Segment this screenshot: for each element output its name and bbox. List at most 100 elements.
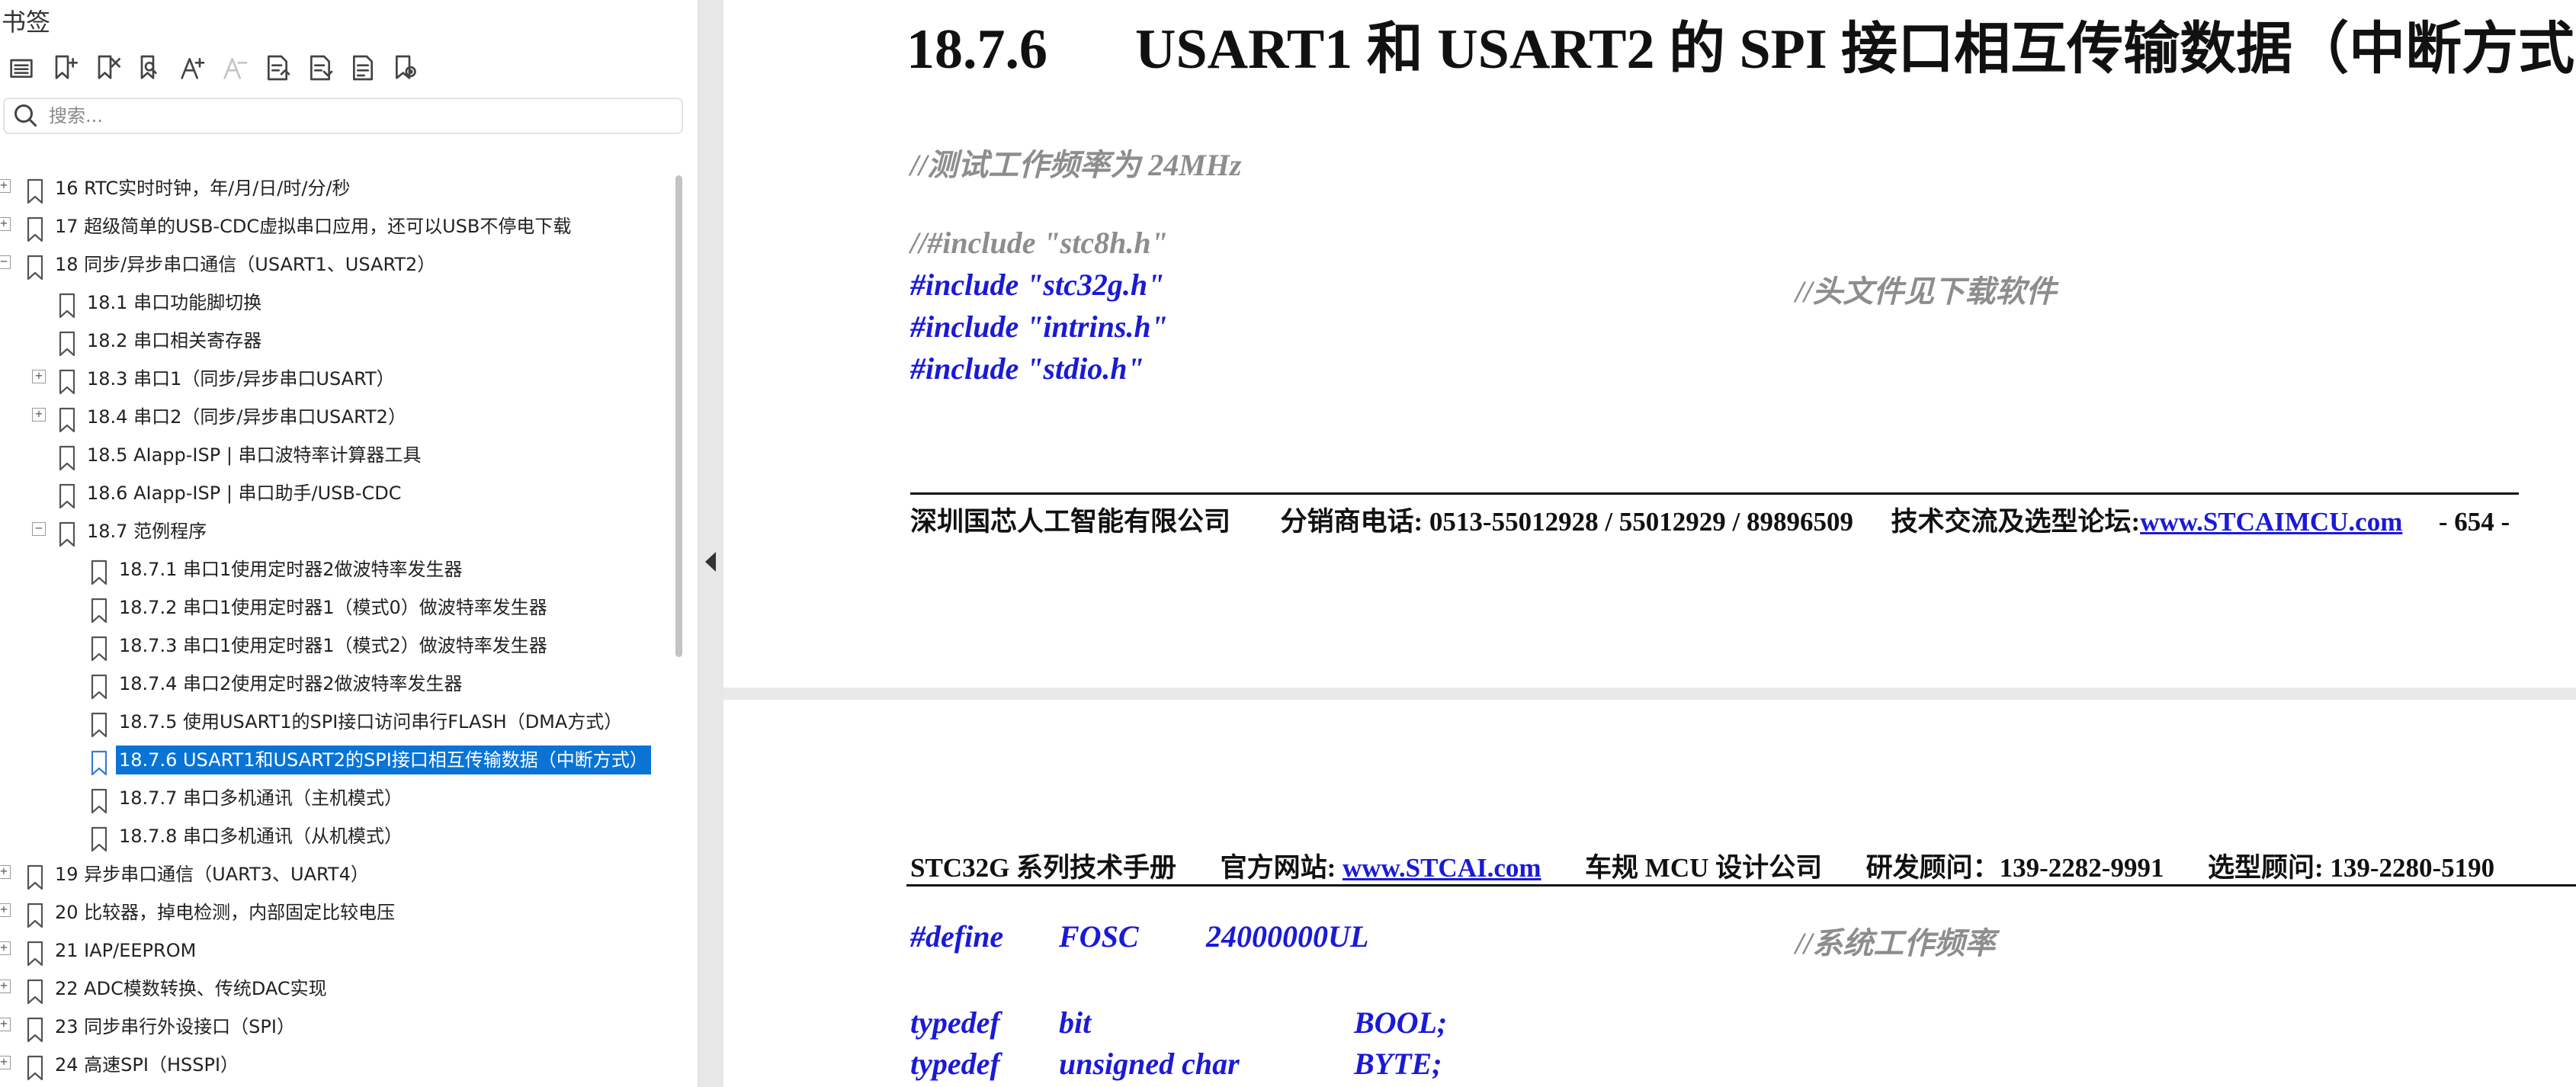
bookmark-item[interactable]: 18.1 串口功能脚切换 (0, 284, 671, 322)
footer-rule (910, 492, 2519, 495)
bookmark-properties-icon (353, 55, 373, 81)
bookmark-icon (26, 216, 44, 242)
bookmark-item[interactable]: − 18.7 范例程序 (0, 512, 671, 550)
bookmark-toolbar (0, 47, 427, 88)
collapse-toggle[interactable]: − (32, 522, 46, 536)
code-typedef-name: BOOL; (1354, 1005, 1448, 1040)
header-company: 车规 MCU 设计公司 (1585, 853, 1823, 883)
bookmark-item[interactable]: +18.4 串口2（同步/异步串口USART2） (0, 398, 671, 436)
code-typedef-name: BYTE; (1354, 1047, 1442, 1081)
panel-splitter[interactable] (698, 0, 723, 1087)
add-bookmark-button[interactable] (43, 47, 85, 88)
bookmark-item[interactable]: − 18 同步/异步串口通信（USART1、USART2） (0, 245, 671, 284)
bookmark-label: 22 ADC模数转换、传统DAC实现 (55, 978, 327, 999)
bookmark-settings-button[interactable] (384, 47, 427, 88)
bookmark-icon (58, 293, 76, 319)
bookmark-icon (58, 483, 76, 509)
outline-down-button[interactable] (299, 47, 342, 88)
footer-company: 深圳国芯人工智能有限公司 (910, 507, 1231, 537)
heading-number: 18.7.6 (906, 18, 1047, 81)
bookmark-item[interactable]: +20 比较器，掉电检测，内部固定比较电压 (0, 893, 671, 931)
search-input[interactable] (47, 104, 660, 127)
bookmark-icon (26, 1017, 44, 1043)
bookmark-item[interactable]: 18.5 AIapp-ISP | 串口波特率计算器工具 (0, 436, 671, 474)
expand-toggle[interactable]: + (0, 941, 11, 955)
code-define-keyword: #define (910, 919, 1004, 954)
header-site-link[interactable]: www.STCAI.com (1343, 853, 1541, 883)
outline-down-icon (310, 55, 333, 81)
bookmark-item[interactable]: +18.3 串口1（同步/异步串口USART） (0, 360, 671, 398)
bookmark-item[interactable]: +16 RTC实时时钟，年/月/日/时/分/秒 (0, 169, 671, 207)
bookmark-item[interactable]: +19 异步串口通信（UART3、UART4） (0, 855, 671, 893)
bookmark-item[interactable]: 18.7.3 串口1使用定时器1（模式2）做波特率发生器 (0, 627, 671, 665)
page-number: - 654 - (2438, 507, 2510, 537)
bookmark-icon (90, 560, 108, 585)
bookmark-properties-button[interactable] (342, 47, 384, 88)
header-rd: 研发顾问：139-2282-9991 (1865, 853, 2164, 883)
find-bookmark-button[interactable] (128, 47, 171, 88)
bookmark-item[interactable]: 18.7.4 串口2使用定时器2做波特率发生器 (0, 665, 671, 703)
code-typedef-keyword: typedef (910, 1047, 1000, 1081)
expand-toggle[interactable]: + (0, 179, 11, 193)
delete-bookmark-icon (98, 55, 121, 79)
footer-forum: 技术交流及选型论坛: (1891, 507, 2141, 537)
code-define-value: 24000000UL (1206, 919, 1369, 954)
code-typedef-type: unsigned char (1059, 1047, 1240, 1081)
footer-phone: 分销商电话: 0513-55012928 / 55012929 / 898965… (1280, 507, 1854, 537)
expand-toggle[interactable]: + (32, 408, 46, 422)
expand-toggle[interactable]: + (32, 370, 46, 383)
bookmark-item[interactable]: 18.6 AIapp-ISP | 串口助手/USB-CDC (0, 474, 671, 512)
bookmark-icon (58, 369, 76, 395)
expand-toggle[interactable]: + (0, 217, 11, 231)
bookmark-item[interactable]: 18.7.2 串口1使用定时器1（模式0）做波特率发生器 (0, 588, 671, 627)
bookmark-item[interactable]: +24 高速SPI（HSSPI） (0, 1046, 671, 1084)
document-view: 18.7.6 USART1 和 USART2 的 SPI 接口相互传输数据（中断方… (723, 0, 2576, 1087)
code-line: #include "stdio.h" (910, 351, 1144, 386)
decrease-font-button[interactable] (213, 47, 256, 88)
bookmark-item[interactable]: 18.7.6 USART1和USART2的SPI接口相互传输数据（中断方式） (0, 741, 671, 779)
expand-toggle[interactable]: + (0, 1056, 11, 1069)
increase-font-button[interactable] (171, 47, 213, 88)
bookmark-label: 18.7.5 使用USART1的SPI接口访问串行FLASH（DMA方式） (119, 711, 623, 733)
bookmark-icon (90, 826, 108, 852)
expand-all-button[interactable] (0, 47, 43, 88)
bookmark-item[interactable]: 18.7.5 使用USART1的SPI接口访问串行FLASH（DMA方式） (0, 703, 671, 741)
bookmark-icon (26, 255, 44, 281)
outline-up-button[interactable] (256, 47, 299, 88)
header-manual: STC32G 系列技术手册 (910, 853, 1177, 883)
bookmark-item[interactable]: 18.7.8 串口多机通讯（从机模式） (0, 817, 671, 855)
bookmark-item[interactable]: 18.2 串口相关寄存器 (0, 322, 671, 360)
bookmark-icon (58, 521, 76, 547)
collapse-toggle[interactable]: − (0, 255, 11, 269)
bookmark-label: 18.7.4 串口2使用定时器2做波特率发生器 (119, 673, 463, 694)
footer-link[interactable]: www.STCAIMCU.com (2140, 507, 2402, 537)
expand-all-icon (10, 59, 33, 79)
heading-text: USART1 和 USART2 的 SPI 接口相互传输数据（中断方式） (1135, 18, 2576, 81)
page-separator (723, 688, 2576, 700)
code-comment: //系统工作频率 (1795, 926, 1996, 960)
bookmark-item[interactable]: +17 超级简单的USB-CDC虚拟串口应用，还可以USB不停电下载 (0, 207, 671, 245)
bookmark-label: 18.6 AIapp-ISP | 串口助手/USB-CDC (87, 483, 402, 504)
bookmark-icon (26, 178, 44, 204)
bookmark-item[interactable]: 18.7.1 串口1使用定时器2做波特率发生器 (0, 550, 671, 588)
add-bookmark-icon (55, 55, 78, 79)
increase-font-icon (181, 58, 205, 79)
bookmark-label: 18.1 串口功能脚切换 (87, 292, 262, 313)
bookmark-item[interactable]: 18.7.7 串口多机通讯（主机模式） (0, 779, 671, 817)
expand-toggle[interactable]: + (0, 1018, 11, 1031)
bookmark-settings-icon (396, 55, 416, 79)
sidebar-scrollbar[interactable] (675, 175, 682, 657)
expand-toggle[interactable]: + (0, 980, 11, 993)
bookmark-label: 18.7.8 串口多机通讯（从机模式） (119, 826, 403, 847)
bookmark-label: 18.7.2 串口1使用定时器1（模式0）做波特率发生器 (119, 597, 547, 618)
expand-toggle[interactable]: + (0, 903, 11, 917)
delete-bookmark-button[interactable] (85, 47, 128, 88)
bookmark-label: 18.7.3 串口1使用定时器1（模式2）做波特率发生器 (119, 635, 547, 656)
bookmark-item[interactable]: +23 同步串行外设接口（SPI） (0, 1008, 671, 1046)
bookmark-label: 18.7.6 USART1和USART2的SPI接口相互传输数据（中断方式） (116, 746, 651, 774)
expand-toggle[interactable]: + (0, 865, 11, 879)
bookmark-item[interactable]: +21 IAP/EEPROM (0, 931, 671, 970)
bookmark-item[interactable]: +22 ADC模数转换、传统DAC实现 (0, 970, 671, 1008)
search-box[interactable] (3, 98, 683, 134)
collapse-panel-icon[interactable] (705, 552, 716, 572)
